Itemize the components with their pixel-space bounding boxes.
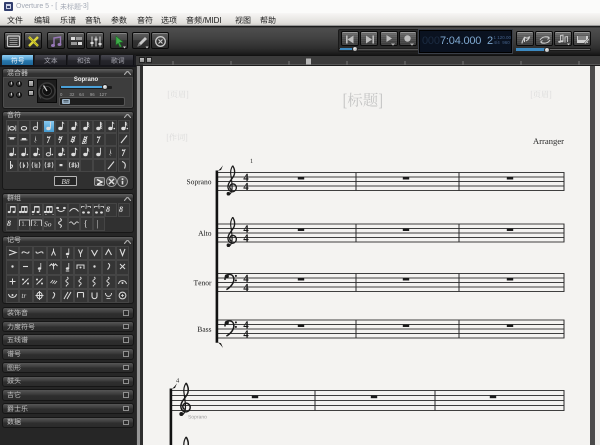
svg-text:1.: 1. [21, 222, 26, 228]
svg-text:2.: 2. [34, 222, 39, 228]
svg-text:8: 8 [7, 219, 11, 228]
svg-text:So: So [44, 220, 52, 229]
svg-text:6: 6 [97, 205, 100, 211]
svg-text:8: 8 [119, 205, 123, 214]
svg-text:tr: tr [22, 292, 27, 300]
svg-text:|: | [96, 219, 98, 229]
svg-text:{: { [84, 219, 88, 229]
svg-text:8: 8 [106, 205, 110, 214]
svg-text:3: 3 [85, 205, 88, 211]
